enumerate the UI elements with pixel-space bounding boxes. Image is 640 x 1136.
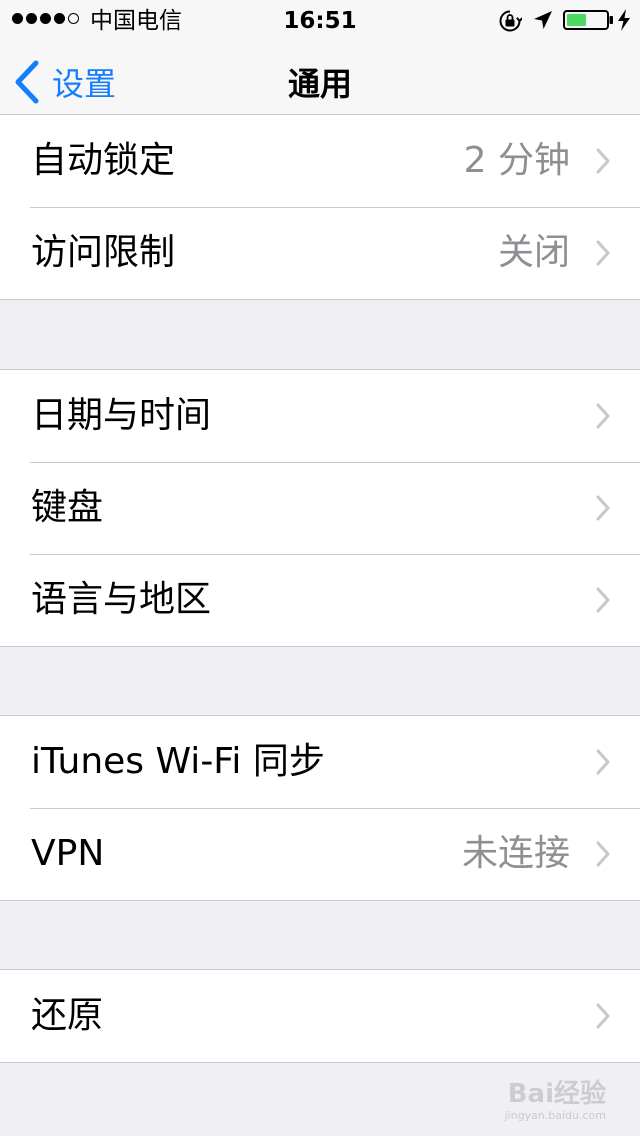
- location-arrow-icon: [532, 9, 554, 35]
- row-value: 2 分钟: [463, 140, 570, 181]
- chevron-right-icon: [596, 148, 610, 174]
- settings-row-vpn[interactable]: VPN 未连接: [0, 808, 640, 900]
- status-bar: 中国电信 16:51: [0, 0, 640, 40]
- chevron-right-icon: [596, 749, 610, 775]
- chevron-right-icon: [596, 1003, 610, 1029]
- settings-group-input: 日期与时间 键盘 语言与地区: [0, 369, 640, 647]
- watermark-logo: Bai经验: [507, 1079, 606, 1109]
- battery-icon: [563, 10, 615, 34]
- row-value: 未连接: [461, 833, 570, 874]
- settings-group-network: iTunes Wi-Fi 同步 VPN 未连接: [0, 715, 640, 901]
- chevron-right-icon: [596, 240, 610, 266]
- row-label: 自动锁定: [31, 140, 176, 181]
- row-label: 语言与地区: [31, 579, 212, 620]
- row-label: 键盘: [31, 487, 104, 528]
- page-title: 通用: [287, 65, 352, 103]
- row-label: VPN: [31, 833, 105, 874]
- row-label: 访问限制: [31, 232, 176, 273]
- settings-row-keyboard[interactable]: 键盘: [0, 462, 640, 554]
- chevron-right-icon: [596, 495, 610, 521]
- settings-group-lock: 自动锁定 2 分钟 访问限制 关闭: [0, 114, 640, 300]
- orientation-lock-icon: [498, 9, 524, 37]
- settings-row-itunes-wifi-sync[interactable]: iTunes Wi-Fi 同步: [0, 716, 640, 808]
- chevron-right-icon: [596, 841, 610, 867]
- chevron-right-icon: [596, 587, 610, 613]
- row-label: 日期与时间: [31, 395, 212, 436]
- chevron-right-icon: [596, 403, 610, 429]
- row-label: 还原: [31, 995, 104, 1036]
- settings-row-date-time[interactable]: 日期与时间: [0, 370, 640, 462]
- settings-row-auto-lock[interactable]: 自动锁定 2 分钟: [0, 115, 640, 207]
- watermark-url: jingyan.baidu.com: [504, 1109, 606, 1122]
- settings-row-language-region[interactable]: 语言与地区: [0, 554, 640, 646]
- settings-group-reset: 还原: [0, 969, 640, 1063]
- row-value: 关闭: [497, 232, 570, 273]
- charging-icon: [617, 9, 631, 35]
- settings-row-restrictions[interactable]: 访问限制 关闭: [0, 207, 640, 299]
- settings-row-reset[interactable]: 还原: [0, 970, 640, 1062]
- row-label: iTunes Wi-Fi 同步: [31, 741, 325, 782]
